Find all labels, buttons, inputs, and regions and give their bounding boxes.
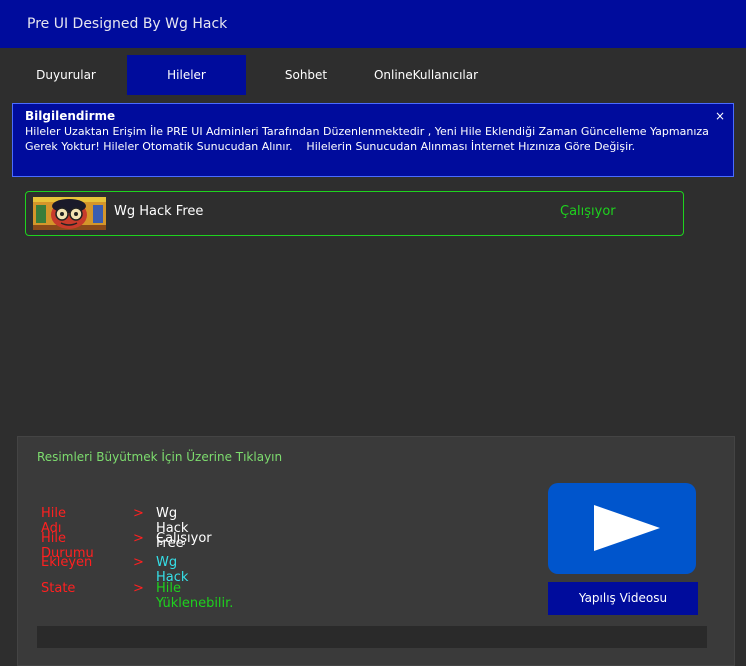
hack-name: Wg Hack Free (114, 204, 204, 219)
tab-sohbet[interactable]: Sohbet (247, 55, 365, 95)
hack-details-panel: Resimleri Büyütmek İçin Üzerine Tıklayın… (17, 436, 735, 666)
close-icon[interactable]: × (715, 109, 725, 123)
hack-list-item[interactable]: Wg Hack Free Çalışıyor (25, 191, 684, 236)
video-play-button[interactable] (548, 483, 696, 574)
video-link-button[interactable]: Yapılış Videosu (548, 582, 698, 615)
info-banner: Bilgilendirme × Hileler Uzaktan Erişim İ… (12, 103, 734, 177)
info-banner-text: Hileler Uzaktan Erişim İle PRE UI Adminl… (25, 125, 713, 153)
detail-value: Hile Yüklenebilir. (156, 581, 234, 611)
tab-online-users[interactable]: OnlineKullanıcılar (366, 55, 486, 95)
tab-duyurular[interactable]: Duyurular (6, 55, 126, 95)
detail-label: State (41, 581, 76, 596)
info-banner-title: Bilgilendirme (25, 109, 116, 123)
window-title: Pre UI Designed By Wg Hack (27, 16, 228, 32)
hack-thumbnail[interactable] (33, 197, 106, 230)
detail-separator: > (133, 506, 144, 521)
title-bar: Pre UI Designed By Wg Hack (0, 0, 746, 48)
progress-bar (37, 626, 707, 648)
detail-separator: > (133, 555, 144, 570)
play-icon (594, 505, 660, 551)
detail-separator: > (133, 581, 144, 596)
detail-separator: > (133, 531, 144, 546)
tab-bar: Duyurular Hileler Sohbet OnlineKullanıcı… (0, 50, 746, 100)
detail-label: Ekleyen (41, 555, 93, 570)
tab-hileler[interactable]: Hileler (127, 55, 246, 95)
details-hint: Resimleri Büyütmek İçin Üzerine Tıklayın (37, 450, 283, 464)
detail-value: Çalışıyor (156, 531, 212, 546)
hack-status: Çalışıyor (560, 204, 616, 219)
